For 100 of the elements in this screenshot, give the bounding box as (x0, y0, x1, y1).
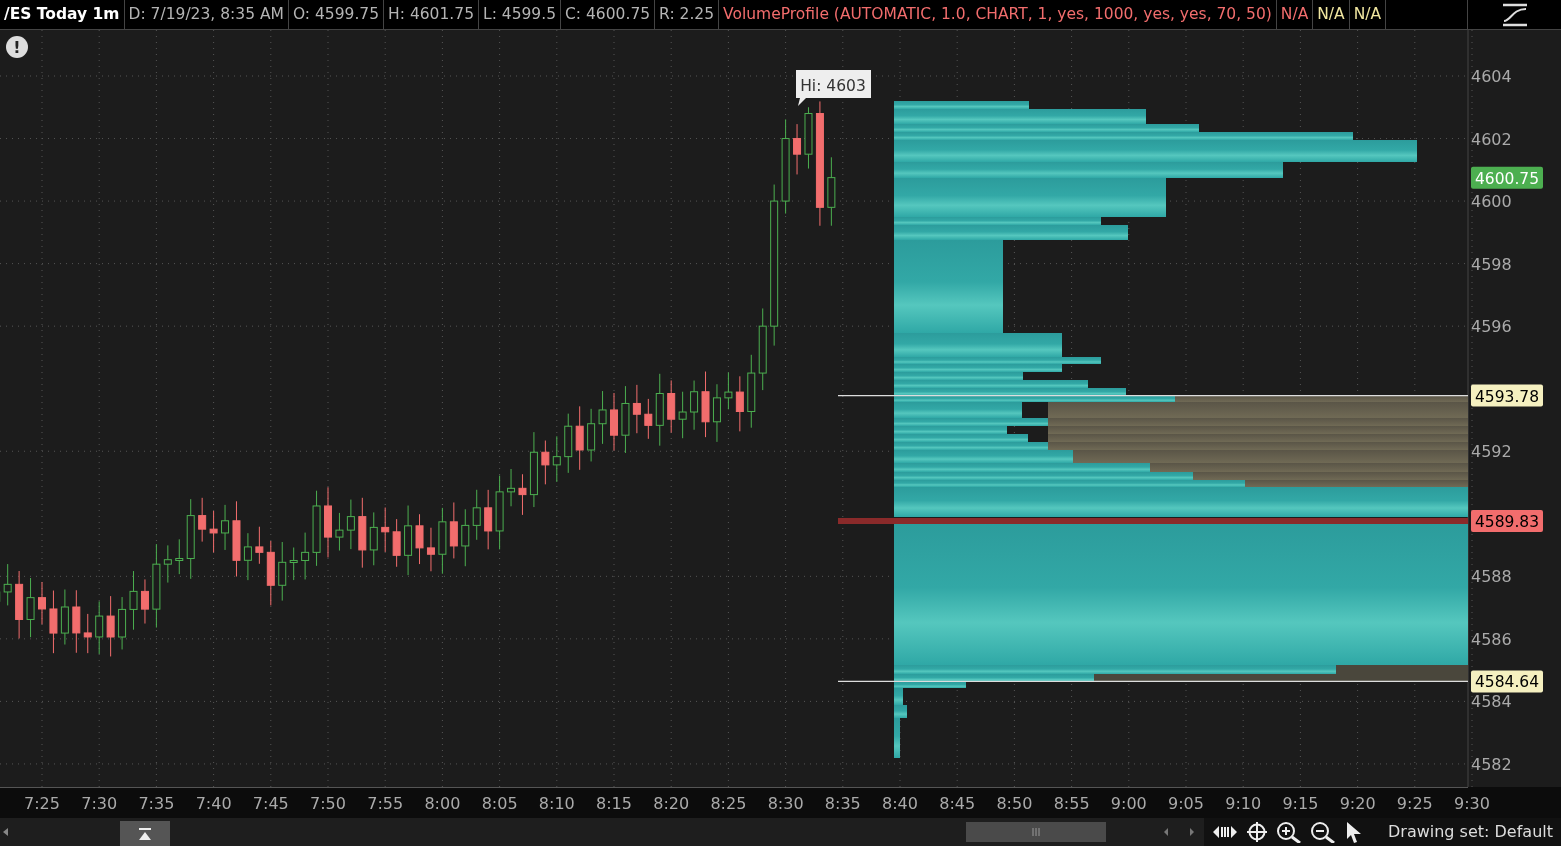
time-axis-label: 8:30 (767, 794, 804, 813)
study-value: N/A (1349, 0, 1387, 30)
time-axis-label: 8:05 (481, 794, 518, 813)
zoom-out-icon[interactable] (1310, 821, 1336, 843)
drawing-set-label: Drawing set: Default (1388, 821, 1553, 843)
price-axis-label: 4586 (1471, 629, 1512, 649)
candle (575, 405, 584, 471)
candle (472, 489, 481, 541)
high-tooltip: Hi: 4603 (796, 70, 871, 106)
time-axis-label: 7:50 (310, 794, 346, 813)
time-axis-label: 8:25 (710, 794, 747, 813)
time-axis-label: 8:50 (996, 794, 1033, 813)
candle (301, 532, 310, 580)
candle (266, 540, 275, 606)
candle (140, 578, 149, 625)
candle (678, 391, 687, 439)
candle (804, 106, 813, 170)
time-axis-label: 9:00 (1110, 794, 1147, 813)
candle (3, 563, 12, 606)
price-axis-label: 4598 (1471, 254, 1512, 274)
quote-field: L: 4599.5 (479, 0, 562, 30)
study-value: N/A (1313, 0, 1350, 30)
candle (415, 513, 424, 565)
candle (335, 512, 344, 552)
candle (507, 468, 516, 507)
quote-field: C: 4600.75 (561, 0, 656, 30)
time-axis-label: 7:55 (367, 794, 404, 813)
candle (644, 398, 653, 440)
scroll-to-start-button[interactable] (120, 821, 170, 846)
price-axis-label: 4584 (1471, 692, 1512, 712)
candle (358, 497, 367, 569)
candle (255, 526, 264, 565)
candle (587, 408, 596, 462)
grip-icon (1031, 827, 1041, 837)
candle (392, 518, 401, 568)
candle (690, 380, 699, 431)
candle (106, 595, 115, 657)
study-label: VolumeProfile (AUTOMATIC, 1.0, CHART, 1, yes, 1000, yes, yes, 70, 50) (719, 0, 1277, 30)
candle (632, 384, 641, 434)
time-axis-label: 9:25 (1396, 794, 1433, 813)
price-axis-label: 4600 (1471, 192, 1512, 212)
price-axis-label: 4582 (1471, 754, 1512, 774)
price-marker: 4600.75 (1471, 166, 1543, 189)
time-axis-label: 7:45 (252, 794, 289, 813)
candle (484, 489, 493, 550)
study-curve-icon[interactable] (1500, 1, 1529, 28)
candle (426, 527, 435, 572)
candle (221, 504, 230, 551)
candle (793, 123, 802, 175)
time-axis-label: 7:35 (138, 794, 175, 813)
candle (198, 497, 207, 543)
candle (118, 596, 127, 650)
alert-icon[interactable]: ! (6, 36, 28, 58)
candle (243, 532, 252, 581)
candle (278, 541, 287, 602)
candle (438, 507, 447, 575)
candle (381, 507, 390, 553)
time-axis-label: 8:55 (1053, 794, 1090, 813)
candle (621, 385, 630, 454)
quote-field: R: 2.25 (655, 0, 720, 30)
time-axis-label: 7:30 (81, 794, 118, 813)
price-axis-label: 4602 (1471, 129, 1512, 149)
time-axis-label: 8:40 (882, 794, 918, 813)
candle (163, 544, 172, 584)
time-axis-label: 8:20 (653, 794, 690, 813)
price-axis-label: 4596 (1471, 317, 1512, 337)
candle (404, 505, 413, 576)
candle (289, 547, 298, 581)
crosshair-icon[interactable] (1246, 821, 1268, 843)
candle (60, 589, 69, 645)
candle (95, 600, 104, 655)
candle (667, 379, 676, 434)
candle (735, 375, 744, 432)
candle (449, 501, 458, 559)
zoom-in-icon[interactable] (1276, 821, 1302, 843)
scroll-thumb[interactable] (966, 822, 1106, 842)
candle (712, 383, 721, 443)
price-axis-label: 4604 (1471, 67, 1512, 86)
candle (26, 577, 35, 638)
time-axis-label: 9:15 (1282, 794, 1319, 813)
candle (827, 156, 836, 227)
price-marker: 4593.78 (1471, 384, 1543, 407)
candle (129, 570, 138, 631)
candle (346, 499, 355, 550)
time-axis-label: 7:25 (24, 794, 60, 813)
candle (598, 390, 607, 445)
candle (724, 372, 733, 410)
candle (369, 511, 378, 566)
price-axis-label: 4588 (1471, 567, 1512, 587)
candle (15, 570, 24, 639)
time-axis-label: 8:00 (424, 794, 461, 813)
candle (324, 486, 332, 558)
candle (541, 440, 550, 485)
time-axis-label: 9:05 (1168, 794, 1204, 813)
candle (209, 510, 218, 553)
candle (552, 435, 561, 483)
symbol-title: /ES Today 1m (0, 0, 125, 30)
quote-field: H: 4601.75 (384, 0, 479, 30)
price-marker: 4589.83 (1471, 510, 1543, 533)
horizontal-scrollbar[interactable] (0, 818, 1204, 846)
